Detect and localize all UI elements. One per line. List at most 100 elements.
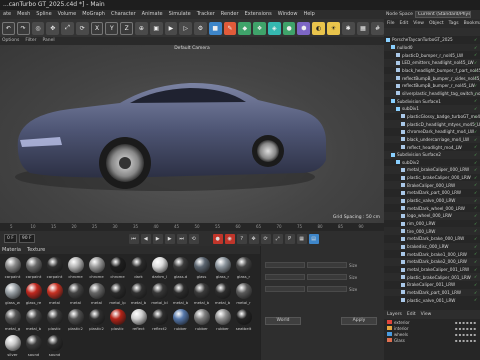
layer-menu-item[interactable]: Edit [407,310,416,319]
material-swatch[interactable]: carpaint [24,257,43,281]
rotation-field[interactable] [307,274,347,280]
deformer-icon[interactable]: ◈ [267,21,281,35]
material-swatch[interactable]: metal_b [129,283,148,307]
visibility-check-icon[interactable]: ✓ [474,267,478,272]
object-row[interactable]: plastic_brakeCaliper_000_LRW ✓ [384,174,480,182]
object-menu-item[interactable]: Object [429,19,444,28]
material-swatch[interactable]: glass.d [171,257,190,281]
visibility-check-icon[interactable]: ✓ [474,221,478,226]
step-back-icon[interactable]: ◀ [140,233,151,244]
visibility-check-icon[interactable]: ✓ [474,45,478,50]
viewport-menu-item[interactable]: Panel [43,37,55,45]
visibility-check-icon[interactable]: ✓ [474,298,478,302]
scale-key-icon[interactable]: ⤢ [272,233,283,244]
object-row[interactable]: Subdivision Surface2 ✓ [384,150,480,159]
menu-item[interactable]: ate [3,10,11,19]
visibility-check-icon[interactable]: ✓ [474,183,478,187]
visibility-check-icon[interactable]: ✓ [474,152,478,157]
move-tool-icon[interactable]: ✥ [46,21,60,35]
object-row[interactable]: BrakeCaliper_001_LRW ✓ [384,281,480,289]
layer-toggles[interactable]: ▪▪▪▪▪▪ [455,332,477,337]
frame-end-field[interactable]: 90 F [18,234,35,243]
material-swatch[interactable]: plastic [45,309,64,333]
frame-start-field[interactable]: 0 F [4,234,17,243]
visibility-check-icon[interactable]: ✓ [474,129,478,134]
material-swatch[interactable]: sound [24,335,43,359]
layer-toggles[interactable]: ▪▪▪▪▪▪ [455,326,477,331]
object-row[interactable]: black_undercarriage_mo4_LW ✓ [384,135,480,144]
layer-row[interactable]: Glass ▪▪▪▪▪▪ [384,337,480,343]
menu-item[interactable]: Tracker [197,10,215,19]
rotation-key-icon[interactable]: ⟳ [260,233,271,244]
material-swatch[interactable]: rubber [192,309,211,333]
node-space-dropdown[interactable]: Current (Standard/Physical) [414,11,471,18]
material-swatch[interactable]: rubber [171,309,190,333]
material-menu-item[interactable]: Materia [2,246,21,254]
visibility-check-icon[interactable]: ✓ [474,99,478,103]
scale-tool-icon[interactable]: ⤢ [61,21,74,35]
object-row[interactable]: plasticD_headlight_mtyes_mo45_LW ✓ [384,120,480,128]
object-row[interactable]: subDiv1 ✓ [384,104,480,113]
object-row[interactable]: plasticGlossy_badge_turboGT_mo45_LW✓ [384,113,480,121]
axis-x-button[interactable]: X [90,21,104,35]
object-menu-item[interactable]: Edit [400,19,409,28]
apply-button[interactable]: Apply [341,317,377,325]
material-swatch[interactable]: carpaint [3,257,22,281]
visibility-check-icon[interactable]: ✓ [474,191,478,195]
menu-item[interactable]: Simulate [169,10,191,19]
visibility-check-icon[interactable]: ✓ [474,76,478,80]
autokey-icon[interactable]: ◉ [224,233,235,244]
viewport[interactable]: Default Camera Grid Spacing : 50 cm [0,45,384,223]
object-menu-item[interactable]: Bookmarks [464,19,480,28]
material-swatch[interactable]: plastic2 [87,309,106,333]
menu-item[interactable]: Volume [58,10,77,19]
material-swatch[interactable]: rubber [213,309,232,333]
step-forward-icon[interactable]: ▶ [164,233,175,244]
material-swatch[interactable]: glass [192,257,211,281]
visibility-check-icon[interactable]: ✓ [474,114,478,119]
layer-toggles[interactable]: ▪▪▪▪▪▪ [455,320,477,325]
render-settings-icon[interactable]: ⚙ [194,21,207,35]
rotate-tool-icon[interactable]: ⟳ [75,21,89,35]
visibility-check-icon[interactable]: ✓ [474,283,478,287]
visibility-check-icon[interactable]: ✓ [474,53,478,57]
visibility-check-icon[interactable]: ✓ [474,175,478,180]
visibility-check-icon[interactable]: ✓ [474,260,478,264]
scene-icon[interactable]: ⬢ [297,21,311,35]
axis-y-button[interactable]: Y [105,21,119,35]
layer-toggles[interactable]: ▪▪▪▪▪▪ [455,338,477,343]
axis-z-button[interactable]: Z [120,21,134,35]
visibility-check-icon[interactable]: ✓ [474,68,478,73]
pen-spline-icon[interactable]: ✎ [223,21,237,35]
grid-icon[interactable]: # [371,21,385,35]
material-swatch[interactable]: chrome [108,257,127,281]
menu-item[interactable]: Render [221,10,239,19]
record-icon[interactable]: ● [212,233,223,244]
material-swatch[interactable]: metal_g [3,309,22,333]
object-row[interactable]: LED_emitters_headlight_nol45_LW ✓ [384,58,480,67]
visibility-check-icon[interactable]: ✓ [474,168,478,172]
object-row[interactable]: metalDark_brake_000_LRW ✓ [384,235,480,243]
object-row[interactable]: nullod0 ✓ [384,43,480,52]
position-field[interactable] [265,262,305,268]
coordinate-system-icon[interactable]: ⊕ [135,21,148,35]
material-swatch[interactable]: chrome [66,257,85,281]
layer-menu-item[interactable]: View [421,310,432,319]
object-row[interactable]: logo_wheel_000_LRW ✓ [384,212,480,220]
object-row[interactable]: rim_000_LRW ✓ [384,220,480,228]
material-menu-item[interactable]: Texture [27,246,45,254]
object-menu-item[interactable]: File [387,19,395,28]
visibility-check-icon[interactable]: ✓ [474,237,478,241]
object-row[interactable]: PorscheTaycanTurboGT_2025 ✓ [384,36,480,44]
material-swatch[interactable]: sound [45,335,64,359]
material-swatch[interactable]: darkm_l [150,257,169,281]
menu-item[interactable]: Window [278,10,298,19]
object-row[interactable]: Subdivision Surface1 ✓ [384,97,480,105]
go-to-start-icon[interactable]: ⏮ [128,233,139,244]
object-menu-item[interactable]: View [413,19,424,28]
material-swatch[interactable]: metal [66,283,85,307]
material-swatch[interactable]: carpaint [45,257,64,281]
timeline-icon[interactable]: ▤ [308,233,319,244]
object-row[interactable]: reflect_headlight_mo4_LW ✓ [384,143,480,151]
viewport-menu-item[interactable]: Options [2,37,19,45]
